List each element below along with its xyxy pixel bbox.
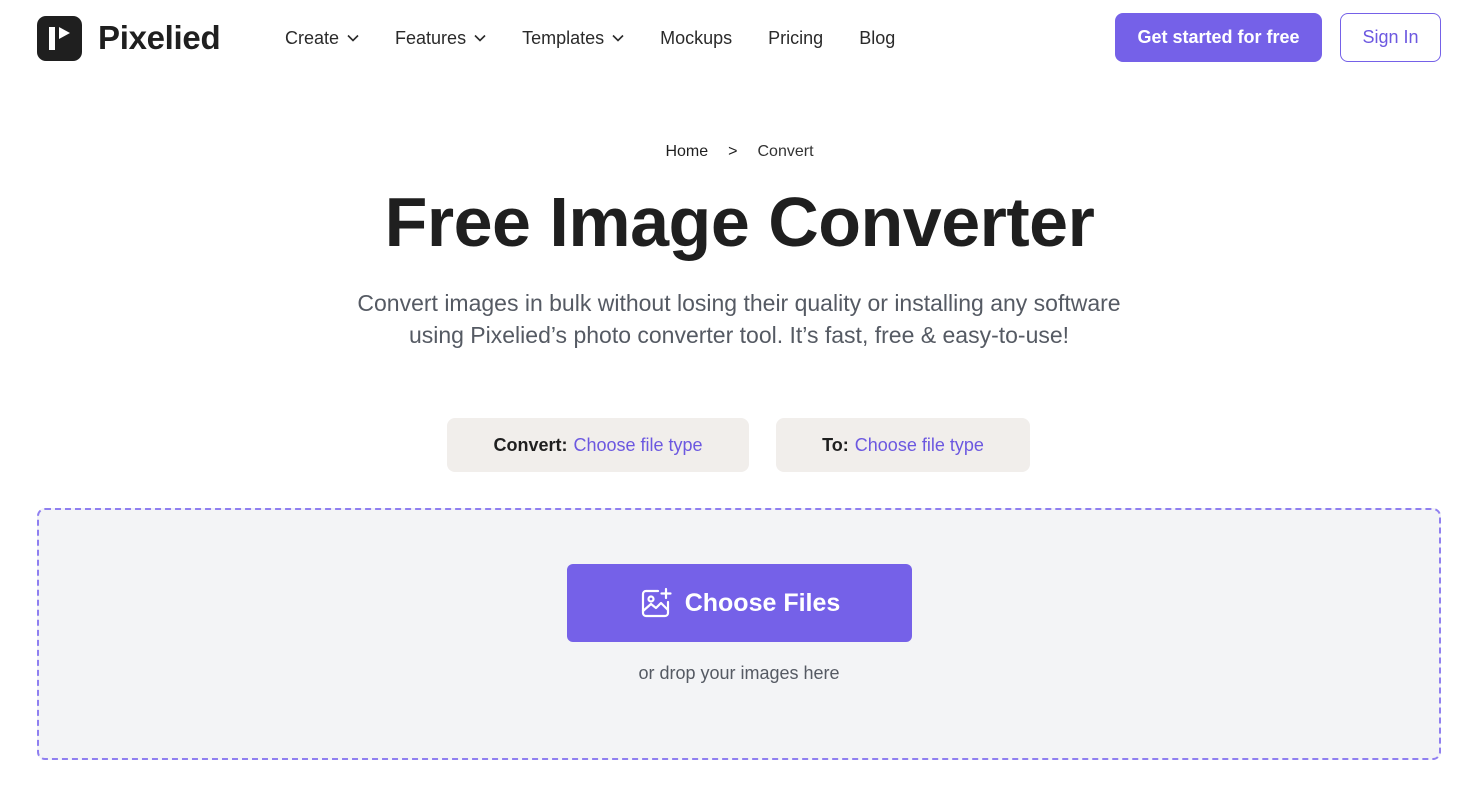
page-subtitle: Convert images in bulk without losing th… bbox=[357, 290, 1121, 348]
chevron-down-icon bbox=[612, 34, 624, 42]
breadcrumb-current: Convert bbox=[757, 143, 814, 160]
nav-item-label: Blog bbox=[859, 27, 896, 48]
image-plus-icon bbox=[639, 586, 673, 620]
logo-link[interactable]: Pixelied bbox=[37, 15, 221, 61]
convert-from-label: Convert: bbox=[493, 434, 568, 455]
main-nav: Create Features Templates Mockups Pricin… bbox=[285, 24, 931, 52]
get-started-button[interactable]: Get started for free bbox=[1115, 13, 1322, 62]
nav-item-features[interactable]: Features bbox=[395, 28, 486, 49]
nav-item-label: Pricing bbox=[768, 27, 824, 48]
nav-item-mockups[interactable]: Mockups bbox=[660, 28, 732, 49]
sign-in-button[interactable]: Sign In bbox=[1340, 13, 1441, 62]
breadcrumb: Home > Convert bbox=[0, 143, 1479, 161]
drop-hint-text: or drop your images here bbox=[638, 663, 840, 683]
chevron-down-icon bbox=[474, 34, 486, 42]
nav-item-label: Features bbox=[395, 27, 467, 48]
chevron-down-icon bbox=[347, 34, 359, 42]
convert-from-select[interactable]: Convert: Choose file type bbox=[447, 418, 749, 472]
breadcrumb-home-link[interactable]: Home bbox=[665, 143, 708, 161]
breadcrumb-separator: > bbox=[728, 143, 738, 160]
nav-item-create[interactable]: Create bbox=[285, 28, 359, 49]
nav-item-templates[interactable]: Templates bbox=[522, 28, 624, 49]
nav-item-label: Templates bbox=[522, 27, 605, 48]
convert-from-value: Choose file type bbox=[573, 434, 703, 455]
site-header: Pixelied Create Features Templates Mocku… bbox=[0, 0, 1479, 76]
page-title: Free Image Converter bbox=[384, 183, 1095, 261]
choose-files-label: Choose Files bbox=[684, 588, 841, 617]
file-dropzone[interactable]: Choose Files or drop your images here bbox=[37, 508, 1441, 760]
logo-text: Pixelied bbox=[98, 19, 221, 56]
nav-item-label: Create bbox=[285, 27, 340, 48]
choose-files-button[interactable]: Choose Files bbox=[567, 564, 912, 642]
convert-to-label: To: bbox=[822, 434, 849, 455]
convert-to-select[interactable]: To: Choose file type bbox=[776, 418, 1030, 472]
convert-to-value: Choose file type bbox=[854, 434, 984, 455]
pixelied-logo-icon bbox=[37, 15, 82, 61]
nav-item-pricing[interactable]: Pricing bbox=[768, 28, 823, 49]
nav-item-blog[interactable]: Blog bbox=[859, 28, 895, 49]
nav-item-label: Mockups bbox=[660, 27, 733, 48]
